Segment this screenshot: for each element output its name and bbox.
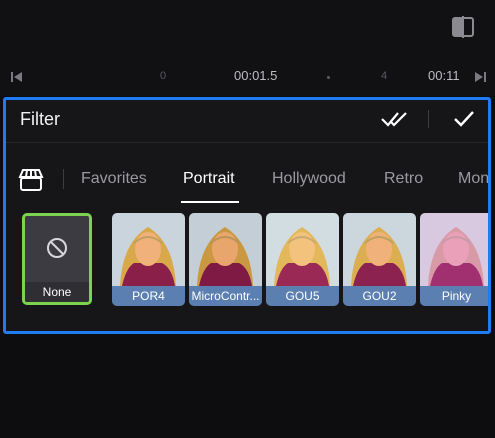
timeline-tick-4: 4 — [381, 70, 388, 82]
tab-more[interactable]: Mon — [458, 170, 488, 188]
active-tab-indicator — [181, 201, 239, 203]
filter-panel: Filter Favorites Portrait Hollywood Retr… — [3, 97, 491, 334]
header-separator — [6, 142, 488, 143]
filter-pinky[interactable]: Pinky — [420, 213, 488, 306]
compare-icon[interactable] — [450, 14, 476, 40]
tab-retro[interactable]: Retro — [384, 170, 423, 188]
portrait-thumbnail — [420, 213, 488, 286]
tab-portrait[interactable]: Portrait — [183, 170, 235, 188]
filter-label: MicroContr... — [189, 286, 262, 306]
filter-label: POR4 — [112, 286, 185, 306]
filter-label: None — [25, 282, 89, 302]
tab-hollywood[interactable]: Hollywood — [272, 170, 346, 188]
apply-to-all-icon[interactable] — [380, 108, 410, 130]
filter-gou2[interactable]: GOU2 — [343, 213, 416, 306]
filter-microcontrast[interactable]: MicroContr... — [189, 213, 262, 306]
current-time: 00:01.5 — [234, 68, 278, 83]
filter-gou5[interactable]: GOU5 — [266, 213, 339, 306]
timeline-dot — [327, 76, 330, 79]
portrait-thumbnail — [343, 213, 416, 286]
total-time: 00:11 — [428, 68, 460, 83]
skip-to-start-icon[interactable] — [9, 69, 25, 85]
timeline-bar: 0 00:01.5 4 00:11 — [0, 62, 495, 96]
no-filter-icon — [47, 238, 67, 258]
confirm-check-icon[interactable] — [452, 108, 476, 130]
filter-por4[interactable]: POR4 — [112, 213, 185, 306]
skip-to-end-icon[interactable] — [472, 69, 488, 85]
filter-label: GOU5 — [266, 286, 339, 306]
filter-label: Pinky — [420, 286, 488, 306]
portrait-thumbnail — [112, 213, 185, 286]
tab-divider — [63, 169, 64, 189]
header-divider — [428, 110, 429, 128]
portrait-thumbnail — [189, 213, 262, 286]
portrait-thumbnail — [266, 213, 339, 286]
panel-title: Filter — [20, 109, 60, 129]
tab-favorites[interactable]: Favorites — [81, 170, 147, 188]
store-icon[interactable] — [18, 168, 44, 192]
top-bar — [0, 0, 495, 62]
filter-label: GOU2 — [343, 286, 416, 306]
filter-none[interactable]: None — [22, 213, 92, 305]
timeline-tick-0: 0 — [160, 70, 167, 82]
